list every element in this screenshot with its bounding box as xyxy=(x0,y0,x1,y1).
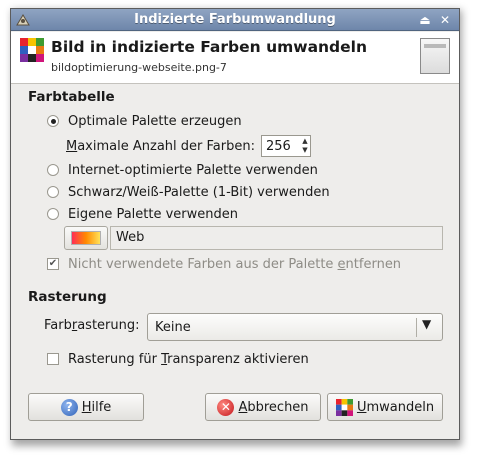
transparency-dither-label: Rasterung für Transparenz aktivieren xyxy=(68,351,309,367)
convert-button-label: Umwandeln xyxy=(356,399,435,415)
convert-button[interactable]: Umwandeln xyxy=(327,393,443,421)
help-button-label: Hilfe xyxy=(81,399,112,415)
cancel-button[interactable]: ✕ Abbrechen xyxy=(205,393,321,421)
max-colors-spinbutton[interactable]: 256 ▲ ▼ xyxy=(261,135,311,157)
header-title: Bild in indizierte Farben umwandeln xyxy=(51,38,368,56)
colormap-section-title: Farbtabelle xyxy=(28,89,115,105)
option-web-palette[interactable]: Internet-optimierte Palette verwenden xyxy=(47,160,318,180)
palette-icon xyxy=(20,38,44,62)
remove-unused-option[interactable]: ✔ Nicht verwendete Farben aus der Palett… xyxy=(47,254,401,274)
remove-unused-label: Nicht verwendete Farben aus der Palette … xyxy=(68,256,402,272)
option-optimal-palette[interactable]: Optimale Palette erzeugen xyxy=(47,111,242,131)
radio-optimal-palette[interactable] xyxy=(47,115,59,127)
transparency-dither-option[interactable]: Rasterung für Transparenz aktivieren xyxy=(47,349,309,369)
radio-custom-palette[interactable] xyxy=(47,208,59,220)
option-bw-palette[interactable]: Schwarz/Weiß-Palette (1-Bit) verwenden xyxy=(47,182,330,202)
title-bar[interactable]: Indizierte Farbumwandlung ⏏ ✕ xyxy=(11,9,459,31)
dialog-window: Indizierte Farbumwandlung ⏏ ✕ Bild in in… xyxy=(10,8,460,440)
transparency-dither-checkbox[interactable] xyxy=(47,353,59,365)
cancel-icon: ✕ xyxy=(217,398,235,416)
dithering-label: Farbrasterung: xyxy=(44,318,140,333)
max-colors-label: Maximale Anzahl der Farben: xyxy=(66,138,255,154)
option-custom-palette[interactable]: Eigene Palette verwenden xyxy=(47,204,238,224)
spin-arrows-icon[interactable]: ▲ ▼ xyxy=(300,137,310,155)
max-colors-row: Maximale Anzahl der Farben: xyxy=(66,136,255,156)
help-icon: ? xyxy=(60,398,78,416)
radio-bw-palette[interactable] xyxy=(47,186,59,198)
palette-swatch xyxy=(71,231,101,245)
shade-icon[interactable]: ⏏ xyxy=(417,12,433,28)
remove-unused-checkbox[interactable]: ✔ xyxy=(47,258,59,270)
help-button[interactable]: ? Hilfe xyxy=(28,393,144,421)
option-optimal-palette-label: Optimale Palette erzeugen xyxy=(68,113,242,129)
option-bw-palette-label: Schwarz/Weiß-Palette (1-Bit) verwenden xyxy=(68,184,330,200)
dithering-section-title: Rasterung xyxy=(28,289,107,305)
chevron-down-icon[interactable]: ▼ xyxy=(422,317,431,331)
convert-icon xyxy=(335,398,353,416)
option-web-palette-label: Internet-optimierte Palette verwenden xyxy=(68,162,318,178)
radio-web-palette[interactable] xyxy=(47,164,59,176)
close-icon[interactable]: ✕ xyxy=(437,12,453,28)
cancel-button-label: Abbrechen xyxy=(238,399,309,415)
palette-select-button[interactable] xyxy=(64,226,108,250)
combo-divider xyxy=(416,318,417,337)
dithering-combo[interactable]: Keine ▼ xyxy=(147,313,443,341)
window-title: Indizierte Farbumwandlung xyxy=(134,12,336,27)
option-custom-palette-label: Eigene Palette verwenden xyxy=(68,206,238,222)
max-colors-value[interactable]: 256 xyxy=(262,139,300,154)
header-subtitle: bildoptimierung-webseite.png-7 xyxy=(51,61,227,74)
image-thumbnail xyxy=(420,38,450,74)
dialog-header: Bild in indizierte Farben umwandeln bild… xyxy=(11,32,459,84)
dithering-selected: Keine xyxy=(155,320,191,335)
palette-name-field: Web xyxy=(110,226,443,250)
